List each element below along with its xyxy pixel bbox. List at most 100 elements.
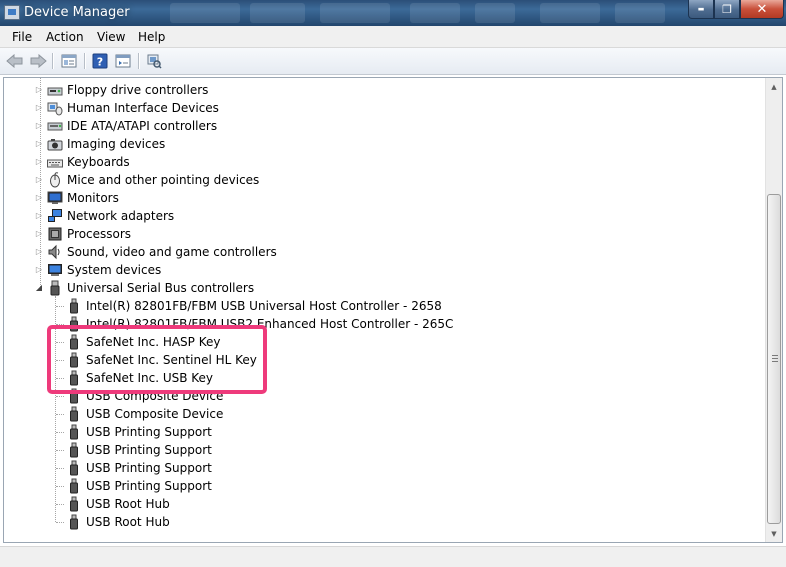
- tree-item-label: Universal Serial Bus controllers: [67, 281, 255, 295]
- tree-item-ide-ata-atapi-controllers[interactable]: ▷ IDE ATA/ATAPI controllers: [35, 117, 217, 135]
- tree-item-label: Intel(R) 82801FB/FBM USB Universal Host …: [86, 299, 442, 313]
- toolbar-separator: [52, 53, 53, 69]
- menu-action[interactable]: Action: [46, 30, 84, 44]
- tree-item-monitors[interactable]: ▷ Monitors: [35, 189, 119, 207]
- speaker-icon: [47, 244, 63, 260]
- expand-arrow-icon[interactable]: ▷: [35, 122, 43, 130]
- tree-item-label: USB Printing Support: [86, 479, 212, 493]
- tree-connector: [56, 432, 64, 433]
- caption-buttons: ▬ ❐ ✕: [688, 0, 784, 19]
- maximize-button[interactable]: ❐: [714, 0, 740, 19]
- vertical-scrollbar[interactable]: ▲ ▼: [765, 78, 782, 542]
- taskbar-ghost: [410, 3, 460, 23]
- tree-connector: [56, 522, 64, 523]
- usb-plug-icon: [66, 460, 82, 476]
- device-tree[interactable]: ▷ Floppy drive controllers ▷ Human Inter…: [3, 77, 783, 543]
- tree-item-usb-device[interactable]: USB Printing Support: [66, 441, 212, 459]
- tree-connector: [56, 414, 64, 415]
- scroll-up-icon: ▲: [771, 82, 777, 91]
- expand-arrow-icon[interactable]: ▷: [35, 248, 43, 256]
- toolbar-separator: [138, 53, 139, 69]
- tree-item-human-interface-devices[interactable]: ▷ Human Interface Devices: [35, 99, 219, 117]
- tree-item-mice-and-other-pointing-devices[interactable]: ▷ Mice and other pointing devices: [35, 171, 259, 189]
- usb-plug-icon: [66, 298, 82, 314]
- tree-item-label: Sound, video and game controllers: [67, 245, 277, 259]
- expand-arrow-icon[interactable]: ▷: [35, 86, 43, 94]
- expand-arrow-icon[interactable]: ▷: [35, 194, 43, 202]
- usb-plug-icon: [66, 406, 82, 422]
- grip-icon: [772, 355, 778, 362]
- tree-item-network-adapters[interactable]: ▷ Network adapters: [35, 207, 174, 225]
- properties-button[interactable]: [59, 52, 79, 70]
- tree-connector: [56, 468, 64, 469]
- tree-item-label: Human Interface Devices: [67, 101, 219, 115]
- tree-item-universal-serial-bus-controllers[interactable]: ◢ Universal Serial Bus controllers: [35, 279, 254, 297]
- scroll-up-button[interactable]: ▲: [766, 78, 782, 95]
- usb-plug-icon: [66, 496, 82, 512]
- tree-item-usb-device[interactable]: USB Printing Support: [66, 423, 212, 441]
- minimize-button[interactable]: ▬: [688, 0, 714, 19]
- title-bar[interactable]: Device Manager ▬ ❐ ✕: [0, 0, 786, 26]
- show-hidden-icon: [115, 54, 131, 68]
- taskbar-ghost: [250, 3, 305, 23]
- tree-item-keyboards[interactable]: ▷ Keyboards: [35, 153, 130, 171]
- monitor-icon: [47, 190, 63, 206]
- tree-item-label: Keyboards: [67, 155, 130, 169]
- expand-arrow-icon[interactable]: ▷: [35, 104, 43, 112]
- toolbar-separator: [84, 53, 85, 69]
- tree-item-usb-device[interactable]: USB Root Hub: [66, 513, 170, 531]
- expand-arrow-icon[interactable]: ▷: [35, 266, 43, 274]
- minimize-icon: ▬: [697, 5, 705, 13]
- tree-connector: [56, 450, 64, 451]
- tree-item-usb-device[interactable]: Intel(R) 82801FB/FBM USB Universal Host …: [66, 297, 442, 315]
- tree-item-label: IDE ATA/ATAPI controllers: [67, 119, 218, 133]
- scroll-thumb[interactable]: [767, 194, 781, 524]
- scan-hardware-button[interactable]: [144, 52, 164, 70]
- processor-icon: [47, 226, 63, 242]
- taskbar-ghost: [475, 3, 515, 23]
- taskbar-ghost: [540, 3, 600, 23]
- expand-arrow-icon[interactable]: ▷: [35, 176, 43, 184]
- tree-connector: [56, 486, 64, 487]
- highlight-box: [47, 325, 267, 394]
- back-arrow-icon: [6, 54, 23, 68]
- tree-item-usb-device[interactable]: USB Composite Device: [66, 405, 223, 423]
- tree-item-label: Processors: [67, 227, 132, 241]
- tree-item-usb-device[interactable]: USB Printing Support: [66, 459, 212, 477]
- camera-icon: [47, 136, 63, 152]
- tree-item-usb-device[interactable]: USB Printing Support: [66, 477, 212, 495]
- tree-item-label: Floppy drive controllers: [67, 83, 209, 97]
- tree-item-processors[interactable]: ▷ Processors: [35, 225, 131, 243]
- tree-item-usb-device[interactable]: USB Root Hub: [66, 495, 170, 513]
- expand-arrow-icon[interactable]: ▷: [35, 230, 43, 238]
- usb-icon: [47, 280, 63, 296]
- taskbar-ghost: [320, 3, 390, 23]
- tree-item-label: USB Root Hub: [86, 515, 170, 529]
- scroll-down-button[interactable]: ▼: [766, 525, 782, 542]
- tree-item-floppy-drive-controllers[interactable]: ▷ Floppy drive controllers: [35, 81, 209, 99]
- tree-item-sound-video-and-game-controllers[interactable]: ▷ Sound, video and game controllers: [35, 243, 277, 261]
- forward-button[interactable]: [28, 52, 48, 70]
- expand-arrow-icon[interactable]: ▷: [35, 140, 43, 148]
- tree-item-system-devices[interactable]: ▷ System devices: [35, 261, 161, 279]
- tree-item-label: USB Root Hub: [86, 497, 170, 511]
- menu-file[interactable]: File: [12, 30, 32, 44]
- status-bar: [0, 546, 786, 567]
- device-manager-icon: [4, 5, 20, 20]
- menu-help[interactable]: Help: [138, 30, 165, 44]
- back-button[interactable]: [5, 52, 25, 70]
- expand-arrow-icon[interactable]: ▷: [35, 212, 43, 220]
- tree-item-imaging-devices[interactable]: ▷ Imaging devices: [35, 135, 165, 153]
- svg-text:?: ?: [97, 56, 103, 69]
- network-adapter-icon: [47, 208, 63, 224]
- collapse-arrow-icon[interactable]: ◢: [35, 284, 43, 292]
- show-hidden-button[interactable]: [113, 52, 133, 70]
- menu-bar: File Action View Help: [0, 26, 786, 48]
- tree-connector: [56, 306, 64, 307]
- keyboard-icon: [47, 154, 63, 170]
- close-button[interactable]: ✕: [740, 0, 784, 19]
- expand-arrow-icon[interactable]: ▷: [35, 158, 43, 166]
- help-button[interactable]: ?: [90, 52, 110, 70]
- menu-view[interactable]: View: [97, 30, 125, 44]
- usb-plug-icon: [66, 442, 82, 458]
